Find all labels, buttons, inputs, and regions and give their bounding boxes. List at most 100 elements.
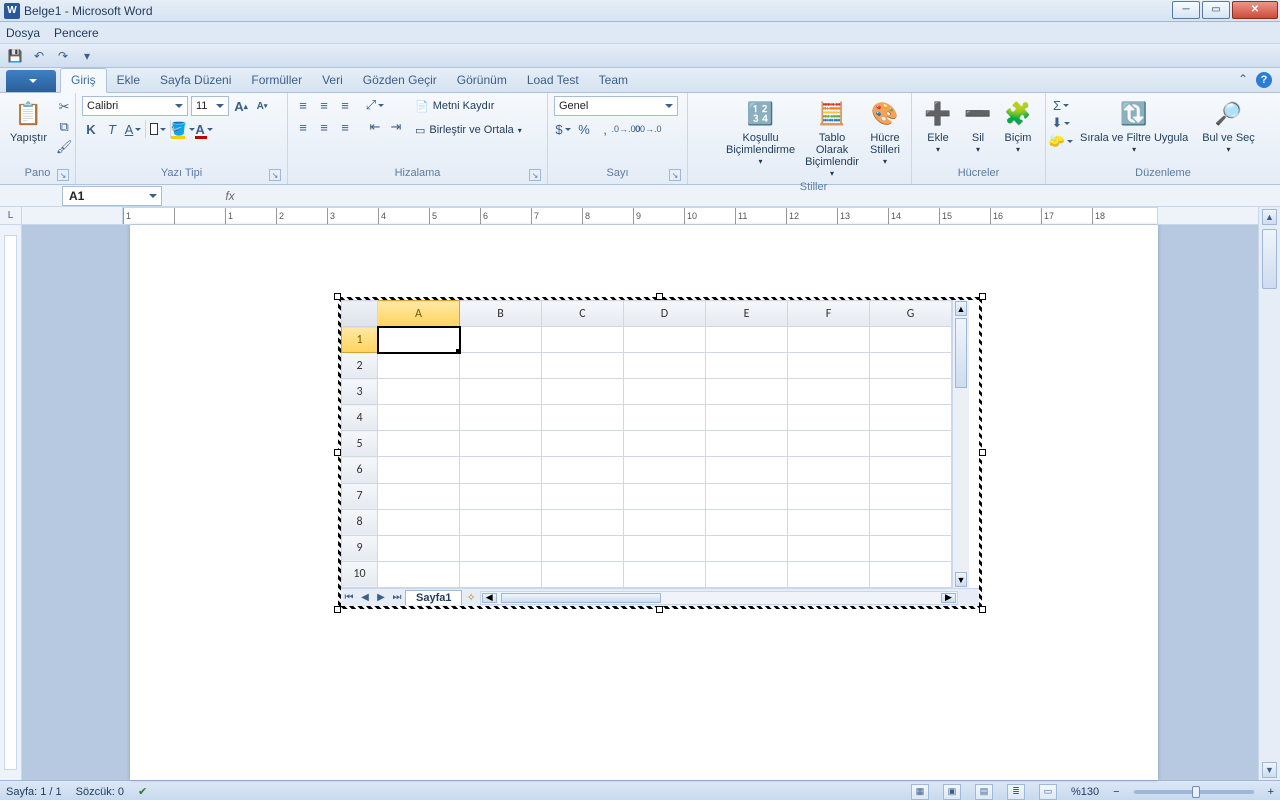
cell[interactable]	[624, 457, 706, 483]
align-bottom-icon[interactable]: ≡	[336, 96, 354, 114]
tab-nav-first-icon[interactable]: ⏮	[341, 590, 357, 606]
cell[interactable]	[378, 535, 460, 561]
save-icon[interactable]: 💾	[6, 47, 24, 65]
cell[interactable]	[624, 561, 706, 587]
tab-nav-last-icon[interactable]: ⏭	[389, 590, 405, 606]
align-top-icon[interactable]: ≡	[294, 96, 312, 114]
cell[interactable]	[460, 405, 542, 431]
border-button[interactable]	[149, 120, 167, 138]
cell[interactable]	[378, 431, 460, 457]
tab-sayfa-duzeni[interactable]: Sayfa Düzeni	[150, 69, 241, 92]
number-launcher[interactable]: ↘	[669, 169, 681, 181]
sheet-tab-sayfa1[interactable]: Sayfa1	[405, 590, 462, 605]
resize-handle[interactable]	[334, 449, 341, 456]
cell[interactable]	[460, 431, 542, 457]
cell[interactable]	[542, 379, 624, 405]
status-page[interactable]: Sayfa: 1 / 1	[6, 786, 62, 798]
resize-handle[interactable]	[334, 606, 341, 613]
cell[interactable]	[378, 379, 460, 405]
tab-nav-prev-icon[interactable]: ◀	[357, 590, 373, 606]
scroll-down-icon[interactable]: ▼	[955, 572, 967, 587]
view-draft-icon[interactable]: ▭	[1039, 784, 1057, 800]
conditional-formatting-button[interactable]: 🔢 Koşullu Biçimlendirme▾	[722, 96, 799, 169]
tab-gozden-gecir[interactable]: Gözden Geçir	[353, 69, 447, 92]
cell[interactable]	[870, 353, 952, 379]
tab-veri[interactable]: Veri	[312, 69, 353, 92]
embedded-excel-object[interactable]: ABCDEFG12345678910 ▲ ▼ ⏮ ◀ ▶ ⏭ Sayfa1	[338, 297, 982, 609]
tab-ekle[interactable]: Ekle	[107, 69, 150, 92]
menu-pencere[interactable]: Pencere	[54, 26, 99, 40]
cell[interactable]	[460, 509, 542, 535]
zoom-level[interactable]: %130	[1071, 786, 1099, 798]
row-header[interactable]: 2	[342, 353, 378, 379]
insert-cells-button[interactable]: ➕Ekle▾	[918, 96, 958, 157]
cell[interactable]	[460, 483, 542, 509]
format-painter-icon[interactable]: 🖌	[55, 138, 73, 156]
cell[interactable]	[542, 535, 624, 561]
cell[interactable]	[788, 457, 870, 483]
cell[interactable]	[542, 431, 624, 457]
align-launcher[interactable]: ↘	[529, 169, 541, 181]
resize-handle[interactable]	[979, 606, 986, 613]
cell[interactable]	[870, 405, 952, 431]
menu-dosya[interactable]: Dosya	[6, 26, 40, 40]
clear-icon[interactable]: 🧽	[1052, 132, 1070, 150]
cell[interactable]	[542, 405, 624, 431]
cell[interactable]	[624, 327, 706, 353]
fill-color-button[interactable]: 🪣	[174, 120, 192, 138]
close-button[interactable]: ✕	[1232, 1, 1278, 19]
resize-handle[interactable]	[656, 606, 663, 613]
tab-formuller[interactable]: Formüller	[241, 69, 312, 92]
cell[interactable]	[624, 431, 706, 457]
accounting-format-icon[interactable]: $	[554, 120, 572, 138]
cell[interactable]	[788, 509, 870, 535]
underline-button[interactable]: A	[124, 120, 142, 138]
cell[interactable]	[788, 561, 870, 587]
cell[interactable]	[378, 561, 460, 587]
tab-nav-next-icon[interactable]: ▶	[373, 590, 389, 606]
redo-icon[interactable]: ↷	[54, 47, 72, 65]
cell[interactable]	[870, 327, 952, 353]
scroll-left-icon[interactable]: ◀	[482, 593, 497, 603]
cell[interactable]	[870, 431, 952, 457]
cell[interactable]	[460, 561, 542, 587]
cell[interactable]	[706, 327, 788, 353]
cell[interactable]	[460, 379, 542, 405]
resize-handle[interactable]	[656, 293, 663, 300]
help-icon[interactable]: ?	[1256, 72, 1272, 88]
cell-styles-button[interactable]: 🎨 Hücre Stilleri▾	[865, 96, 905, 169]
cell[interactable]	[870, 561, 952, 587]
column-header[interactable]: G	[870, 301, 952, 327]
cell[interactable]	[870, 535, 952, 561]
cell[interactable]	[706, 509, 788, 535]
copy-icon[interactable]: ⧉	[55, 118, 73, 136]
cell[interactable]	[870, 457, 952, 483]
view-fullscreen-icon[interactable]: ▣	[943, 784, 961, 800]
cell[interactable]	[788, 405, 870, 431]
horizontal-ruler[interactable]: 1123456789101112131415161718	[122, 207, 1158, 225]
cell[interactable]	[542, 353, 624, 379]
cell[interactable]	[706, 405, 788, 431]
cell[interactable]	[624, 509, 706, 535]
row-header[interactable]: 7	[342, 483, 378, 509]
number-format-combo[interactable]: Genel	[554, 96, 678, 116]
align-right-icon[interactable]: ≡	[336, 118, 354, 136]
row-header[interactable]: 1	[342, 327, 378, 353]
cell[interactable]	[870, 379, 952, 405]
italic-button[interactable]: T	[103, 120, 121, 138]
status-words[interactable]: Sözcük: 0	[76, 786, 124, 798]
cell[interactable]	[706, 379, 788, 405]
delete-cells-button[interactable]: ➖Sil▾	[958, 96, 998, 157]
scroll-thumb[interactable]	[501, 593, 661, 603]
cell[interactable]	[788, 431, 870, 457]
cell[interactable]	[788, 483, 870, 509]
row-header[interactable]: 3	[342, 379, 378, 405]
scroll-up-icon[interactable]: ▲	[955, 301, 967, 316]
cell[interactable]	[706, 353, 788, 379]
cell[interactable]	[788, 353, 870, 379]
row-header[interactable]: 6	[342, 457, 378, 483]
autosum-icon[interactable]: Σ	[1052, 96, 1070, 114]
cell[interactable]	[788, 327, 870, 353]
tab-giris[interactable]: Giriş	[60, 68, 107, 93]
vertical-ruler[interactable]	[0, 225, 22, 780]
